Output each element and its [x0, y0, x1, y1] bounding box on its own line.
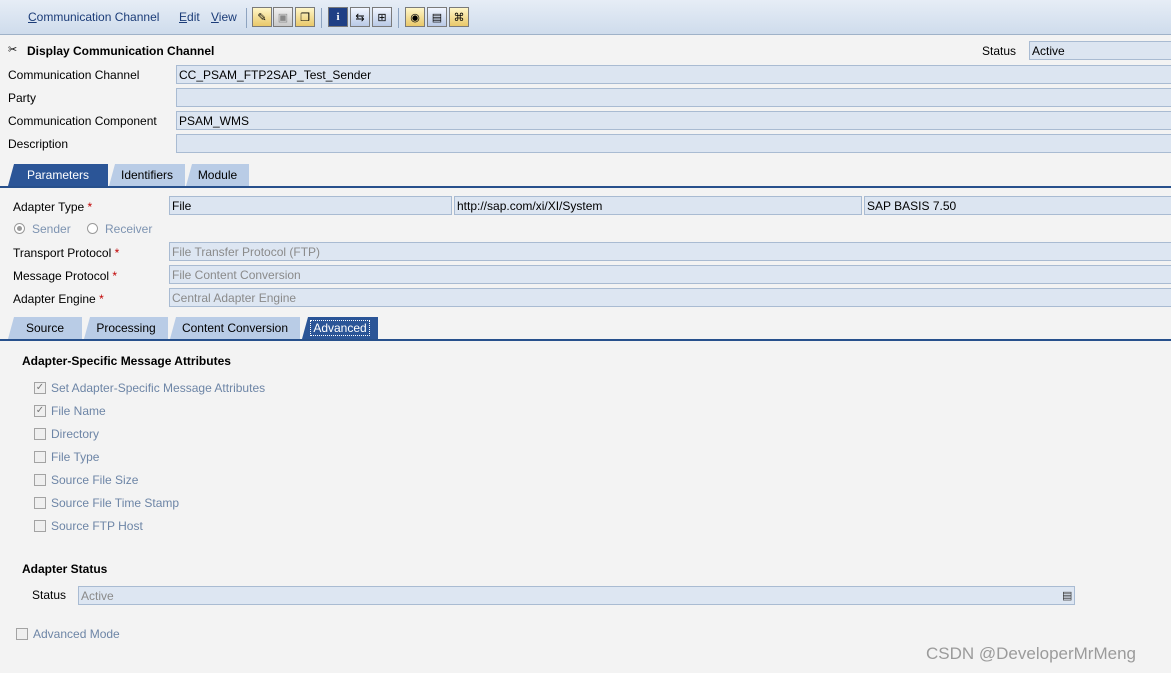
- transport-protocol-field[interactable]: File Transfer Protocol (FTP): [169, 242, 1171, 261]
- communication-component-field[interactable]: PSAM_WMS: [176, 111, 1171, 130]
- receiver-label: Receiver: [105, 222, 153, 236]
- message-protocol-field[interactable]: File Content Conversion: [169, 265, 1171, 284]
- menu-communication-channel[interactable]: Communication Channel: [28, 10, 159, 24]
- adapter-status-label: Status: [32, 588, 67, 602]
- source-ftp-host-checkbox[interactable]: [34, 520, 46, 532]
- advanced-mode-checkbox[interactable]: [16, 628, 28, 640]
- menu-view[interactable]: View: [211, 10, 237, 24]
- file-type-checkbox[interactable]: [34, 451, 46, 463]
- description-field[interactable]: [176, 134, 1171, 153]
- tab-advanced[interactable]: Advanced: [302, 317, 378, 339]
- save-icon[interactable]: ▣: [273, 7, 293, 27]
- directory-checkbox[interactable]: [34, 428, 46, 440]
- dropdown-list-icon[interactable]: ▤: [1062, 589, 1072, 602]
- communication-channel-field[interactable]: CC_PSAM_FTP2SAP_Test_Sender: [176, 65, 1171, 84]
- compare-icon[interactable]: ⊞: [372, 7, 392, 27]
- communication-channel-label: Communication Channel: [8, 68, 140, 82]
- source-ftp-host-label: Source FTP Host: [51, 519, 143, 533]
- file-type-label: File Type: [51, 450, 100, 464]
- tab-module[interactable]: Module: [186, 164, 249, 186]
- toolbar-separator: [246, 8, 247, 28]
- tab-underline: [0, 186, 1171, 188]
- toolbar-separator: [398, 8, 399, 28]
- check-icon[interactable]: ◉: [405, 7, 425, 27]
- adapter-type-label: Adapter Type *: [13, 200, 93, 214]
- tab-parameters[interactable]: Parameters: [8, 164, 108, 186]
- file-name-label: File Name: [51, 404, 106, 418]
- edit-icon[interactable]: ✎: [252, 7, 272, 27]
- adapter-engine-label: Adapter Engine *: [13, 292, 104, 306]
- transport-protocol-label: Transport Protocol *: [13, 246, 120, 260]
- set-asma-label: Set Adapter-Specific Message Attributes: [51, 381, 266, 395]
- adapter-status-field[interactable]: Active: [78, 586, 1075, 605]
- adapter-swcv-field: SAP BASIS 7.50: [864, 196, 1171, 215]
- where-used-icon[interactable]: ⇆: [350, 7, 370, 27]
- advanced-mode-label: Advanced Mode: [33, 627, 120, 641]
- toolbar-separator: [321, 8, 322, 28]
- sender-label: Sender: [32, 222, 71, 236]
- party-field[interactable]: [176, 88, 1171, 107]
- set-asma-checkbox[interactable]: ✓: [34, 382, 46, 394]
- asma-section-title: Adapter-Specific Message Attributes: [22, 354, 231, 368]
- tab-content-conversion[interactable]: Content Conversion: [170, 317, 300, 339]
- receiver-radio[interactable]: [87, 223, 98, 234]
- communication-component-label: Communication Component: [8, 114, 157, 128]
- file-name-checkbox[interactable]: ✓: [34, 405, 46, 417]
- page-title: Display Communication Channel: [27, 44, 215, 58]
- copy-icon[interactable]: ❐: [295, 7, 315, 27]
- status-label: Status: [982, 44, 1017, 58]
- tab-identifiers[interactable]: Identifiers: [109, 164, 185, 186]
- watermark: CSDN @DeveloperMrMeng: [926, 644, 1136, 663]
- source-file-time-stamp-label: Source File Time Stamp: [51, 496, 180, 510]
- history-icon[interactable]: ⌘: [449, 7, 469, 27]
- print-icon[interactable]: ▤: [427, 7, 447, 27]
- subtab-underline: [0, 339, 1171, 341]
- tab-source[interactable]: Source: [8, 317, 82, 339]
- display-channel-icon: ✂: [8, 44, 18, 56]
- tab-processing[interactable]: Processing: [84, 317, 168, 339]
- directory-label: Directory: [51, 427, 100, 441]
- source-file-size-checkbox[interactable]: [34, 474, 46, 486]
- party-label: Party: [8, 91, 37, 105]
- message-protocol-label: Message Protocol *: [13, 269, 118, 283]
- adapter-type-field[interactable]: File: [169, 196, 452, 215]
- sender-radio[interactable]: [14, 223, 25, 234]
- status-field: Active: [1029, 41, 1171, 60]
- adapter-status-section-title: Adapter Status: [22, 562, 108, 576]
- source-file-size-label: Source File Size: [51, 473, 139, 487]
- menu-bar: Communication Channel Edit View ✎ ▣ ❐ i …: [0, 0, 1171, 35]
- description-label: Description: [8, 137, 69, 151]
- adapter-namespace-field: http://sap.com/xi/XI/System: [454, 196, 862, 215]
- adapter-engine-field[interactable]: Central Adapter Engine: [169, 288, 1171, 307]
- source-file-time-stamp-checkbox[interactable]: [34, 497, 46, 509]
- info-icon[interactable]: i: [328, 7, 348, 27]
- menu-edit[interactable]: Edit: [179, 10, 200, 24]
